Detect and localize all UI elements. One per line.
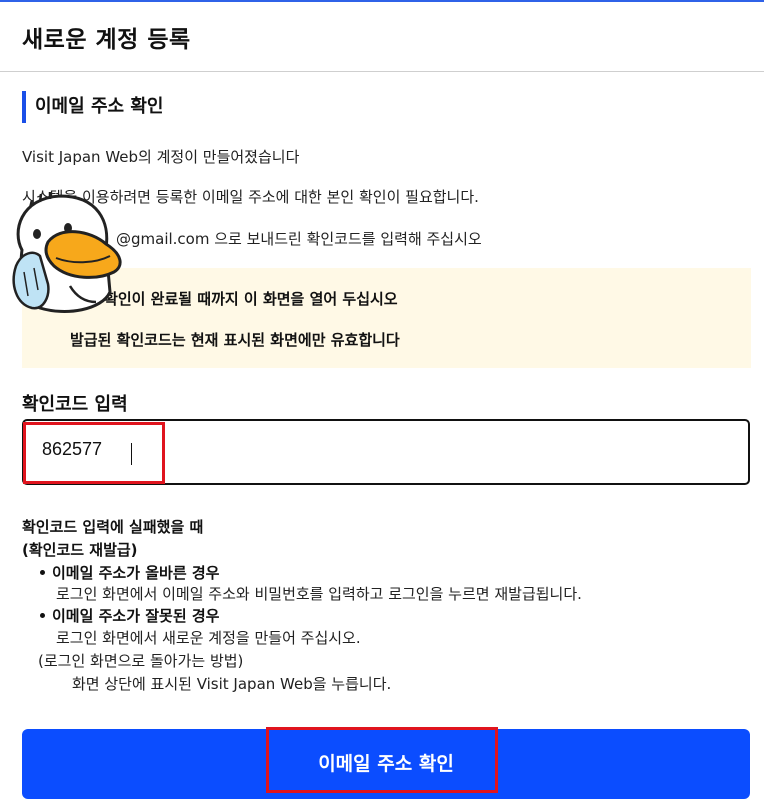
button-highlight-box xyxy=(266,727,498,793)
help-case1-title: 이메일 주소가 올바른 경우 xyxy=(52,564,220,582)
notice-code-validity: 발급된 확인코드는 현재 표시된 화면에만 유효합니다 xyxy=(70,331,400,349)
code-field-label: 확인코드 입력 xyxy=(22,394,128,415)
bullet-dot xyxy=(40,613,45,618)
help-case2-title: 이메일 주소가 잘못된 경우 xyxy=(52,607,220,625)
notice-box: ! 확인이 완료될 때까지 이 화면을 열어 두십시오 발급된 확인코드는 현재… xyxy=(22,268,751,368)
top-border xyxy=(0,0,764,2)
bullet-dot xyxy=(40,570,45,575)
duck-character-sticker-icon xyxy=(12,192,122,313)
section-title: 이메일 주소 확인 xyxy=(22,91,163,123)
info-account-created: Visit Japan Web의 계정이 만들어졌습니다 xyxy=(22,148,300,166)
page-title: 새로운 계정 등록 xyxy=(22,27,191,53)
help-heading: 확인코드 입력에 실패했을 때 xyxy=(22,518,204,536)
header-divider xyxy=(0,71,764,72)
info-enter-code-text: @gmail.com 으로 보내드린 확인코드를 입력해 주십시오 xyxy=(116,230,482,248)
help-howto-text: 화면 상단에 표시된 Visit Japan Web을 누릅니다. xyxy=(72,675,392,693)
input-highlight-box xyxy=(23,422,165,484)
help-case1-text: 로그인 화면에서 이메일 주소와 비밀번호를 입력하고 로그인을 누르면 재발급… xyxy=(56,585,582,603)
help-case2-text: 로그인 화면에서 새로운 계정을 만들어 주십시오. xyxy=(56,629,361,647)
notice-keep-open: ! 확인이 완료될 때까지 이 화면을 열어 두십시오 xyxy=(92,290,398,308)
help-subheading: (확인코드 재발급) xyxy=(22,541,138,559)
help-howto-title: (로그인 화면으로 돌아가는 방법) xyxy=(38,652,244,670)
